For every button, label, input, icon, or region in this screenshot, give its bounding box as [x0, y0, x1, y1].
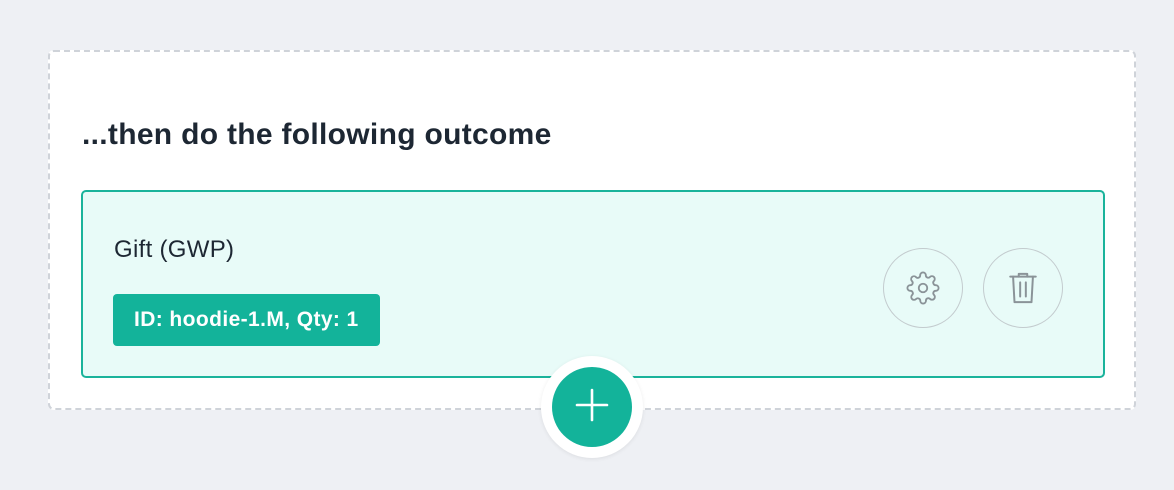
product-tag: ID: hoodie-1.M, Qty: 1 — [113, 294, 380, 346]
gear-icon — [906, 271, 940, 305]
page: ...then do the following outcome Gift (G… — [0, 0, 1174, 490]
add-outcome-button-wrapper — [541, 356, 643, 458]
section-heading: ...then do the following outcome — [82, 118, 552, 151]
delete-button[interactable] — [983, 248, 1063, 328]
add-outcome-button[interactable] — [552, 367, 632, 447]
outcome-card: Gift (GWP) ID: hoodie-1.M, Qty: 1 — [81, 190, 1105, 378]
settings-button[interactable] — [883, 248, 963, 328]
plus-icon — [574, 387, 610, 428]
outcome-title: Gift (GWP) — [114, 236, 235, 263]
trash-icon — [1006, 269, 1040, 307]
